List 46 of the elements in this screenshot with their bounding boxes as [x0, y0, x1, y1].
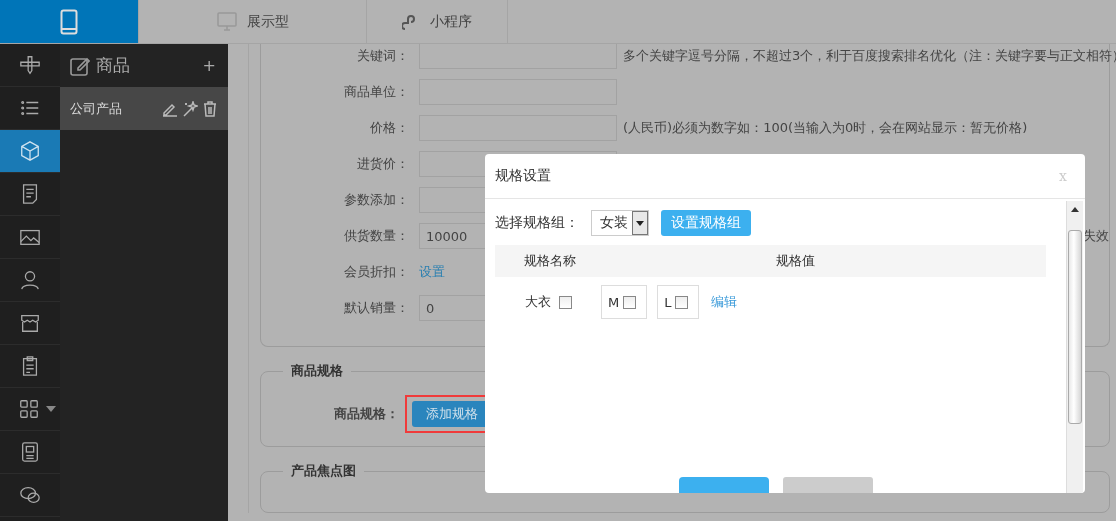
field-label: 商品规格：	[333, 405, 399, 423]
pencil-ruler-icon	[19, 54, 41, 76]
trash-icon[interactable]	[202, 100, 218, 117]
section-title: 商品规格	[283, 362, 351, 380]
phone-icon	[60, 8, 78, 35]
column-header: 规格值	[775, 252, 816, 270]
spec-name: 大衣	[524, 293, 551, 311]
caret-icon	[636, 220, 644, 226]
field-label: 默认销量：	[343, 299, 409, 317]
value-label: L	[664, 294, 672, 310]
edit-link[interactable]: 编辑	[711, 293, 738, 311]
category-label: 公司产品	[70, 99, 123, 118]
caret-icon	[46, 406, 56, 412]
monitor-icon	[216, 11, 237, 32]
grid-icon	[18, 398, 40, 420]
cube-icon	[19, 140, 41, 162]
field-hint: (人民币)必须为数字如：100(当输入为0时，会在网站显示：暂无价格)	[623, 119, 1028, 137]
field-label: 供货数量：	[343, 227, 409, 245]
field-hint: 多个关键字逗号分隔，不超过3个，利于百度搜索排名优化（注：关键字要与正文相符）	[623, 47, 1116, 65]
panel-title: 商品	[96, 54, 131, 77]
group-select[interactable]: 女装	[591, 210, 649, 236]
scrollbar[interactable]	[1066, 201, 1083, 493]
checkbox[interactable]	[623, 295, 637, 309]
nav-button[interactable]	[0, 130, 60, 173]
value-label: M	[608, 294, 620, 310]
user-icon	[19, 269, 41, 291]
picture-card-icon	[19, 441, 41, 463]
field-label: 会员折扣：	[343, 263, 409, 281]
group-label: 选择规格组：	[495, 214, 579, 232]
section-title: 产品焦点图	[283, 462, 364, 480]
checkbox[interactable]	[558, 295, 572, 309]
field-label: 关键词：	[356, 47, 409, 65]
chat-icon	[19, 484, 41, 506]
scroll-up-icon[interactable]	[1071, 207, 1079, 212]
dialog-title: 规格设置	[495, 167, 552, 185]
field-label: 参数添加：	[343, 191, 409, 209]
checkbox[interactable]	[675, 295, 689, 309]
column-header: 规格名称	[523, 252, 577, 270]
category-item[interactable]: 公司产品	[60, 87, 228, 130]
edit-icon	[70, 55, 90, 76]
field-label: 进货价：	[356, 155, 409, 173]
add-button[interactable]: +	[202, 56, 216, 75]
store-icon	[19, 312, 41, 334]
field-label: 价格：	[369, 119, 409, 137]
field-label: 商品单位：	[343, 83, 409, 101]
magic-wand-icon[interactable]	[182, 100, 198, 117]
